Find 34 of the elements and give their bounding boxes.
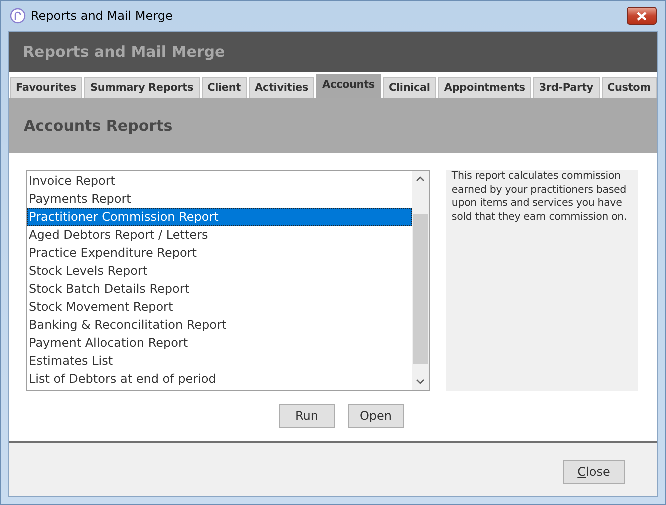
list-item[interactable]: Practice Expenditure Report [27,244,412,262]
report-list[interactable] [26,170,430,391]
tab[interactable]: Summary Reports [84,77,200,98]
tab[interactable]: 3rd-Party [533,77,600,98]
tab[interactable]: Accounts [316,74,381,98]
section-title: Accounts Reports [9,98,657,153]
action-button[interactable]: Open [348,404,404,428]
tab[interactable]: Custom [602,77,657,98]
tab[interactable]: Clinical [382,77,436,98]
list-item[interactable]: Aged Debtors Report / Letters [27,226,412,244]
list-item[interactable]: Invoice Report [27,172,412,190]
close-icon [637,12,647,20]
tab[interactable]: Favourites [10,77,82,98]
close-dialog-button[interactable]: Close [563,460,625,484]
scroll-thumb[interactable] [412,214,428,364]
list-item[interactable]: Banking & Reconcilitation Report [27,316,412,334]
list-item[interactable]: Estimates List [27,352,412,370]
list-item[interactable]: Payment Allocation Report [27,334,412,352]
list-item[interactable]: Payments Report [27,190,412,208]
action-button[interactable]: Run [279,404,335,428]
list-item[interactable]: Stock Batch Details Report [27,280,412,298]
window-title: Reports and Mail Merge [31,9,173,23]
dialog-header: Reports and Mail Merge [9,32,657,72]
close-button[interactable] [627,7,657,25]
list-item[interactable]: Stock Levels Report [27,262,412,280]
tab[interactable]: Client [202,77,247,98]
list-item[interactable]: List of Debtors at end of period [27,370,412,388]
app-icon [10,8,26,24]
report-description: This report calculates commission earned by your practitioners based upon items and services you have sold that they earn commission on. [446,170,638,391]
list-item[interactable]: Stock Movement Report [27,298,412,316]
scrollbar[interactable] [412,171,429,390]
list-item[interactable]: Practitioner Commission Report [27,208,412,226]
tab[interactable]: Activities [249,77,314,98]
tab[interactable]: Appointments [438,77,532,98]
